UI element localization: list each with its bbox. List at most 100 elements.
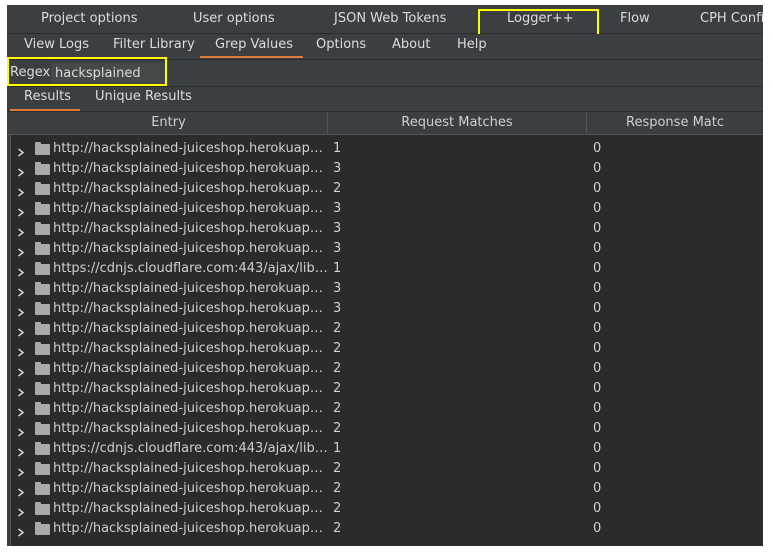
table-row[interactable]: https://cdnjs.cloudflare.com:443/ajax/li… xyxy=(11,260,763,280)
active-subtab-indicator xyxy=(200,56,303,58)
request-match-count: 2 xyxy=(333,321,342,336)
chevron-right-icon[interactable] xyxy=(17,346,25,357)
table-row[interactable]: http://hacksplained-juiceshop.herokuapp.… xyxy=(11,500,763,520)
response-match-count: 0 xyxy=(593,201,602,216)
table-row[interactable]: http://hacksplained-juiceshop.herokuapp.… xyxy=(11,200,763,220)
active-result-tab-indicator xyxy=(10,109,80,111)
chevron-right-icon[interactable] xyxy=(17,506,25,517)
response-match-count: 0 xyxy=(593,421,602,436)
table-row[interactable]: http://hacksplained-juiceshop.herokuapp.… xyxy=(11,420,763,440)
regex-highlight-box xyxy=(7,57,167,86)
subtab-about[interactable]: About xyxy=(392,37,430,52)
entry-url: http://hacksplained-juiceshop.herokuapp.… xyxy=(53,201,330,216)
table-row[interactable]: http://hacksplained-juiceshop.herokuapp.… xyxy=(11,280,763,300)
entry-url: http://hacksplained-juiceshop.herokuapp.… xyxy=(53,241,330,256)
request-match-count: 2 xyxy=(333,361,342,376)
entry-url: http://hacksplained-juiceshop.herokuapp.… xyxy=(53,361,330,376)
tab-flow[interactable]: Flow xyxy=(620,11,650,26)
folder-icon xyxy=(35,362,50,375)
response-match-count: 0 xyxy=(593,441,602,456)
response-match-count: 0 xyxy=(593,141,602,156)
table-row[interactable]: http://hacksplained-juiceshop.herokuapp.… xyxy=(11,340,763,360)
request-match-count: 2 xyxy=(333,341,342,356)
entry-url: http://hacksplained-juiceshop.herokuapp.… xyxy=(53,161,330,176)
table-row[interactable]: https://cdnjs.cloudflare.com:443/ajax/li… xyxy=(11,440,763,460)
table-row[interactable]: http://hacksplained-juiceshop.herokuapp.… xyxy=(11,300,763,320)
chevron-right-icon[interactable] xyxy=(17,446,25,457)
request-match-count: 2 xyxy=(333,521,342,536)
chevron-right-icon[interactable] xyxy=(17,306,25,317)
entry-url: http://hacksplained-juiceshop.herokuapp.… xyxy=(53,181,330,196)
column-response-matches[interactable]: Response Matc xyxy=(587,112,763,134)
table-row[interactable]: http://hacksplained-juiceshop.herokuapp.… xyxy=(11,400,763,420)
table-row[interactable]: http://hacksplained-juiceshop.herokuapp.… xyxy=(11,460,763,480)
entry-url: http://hacksplained-juiceshop.herokuapp.… xyxy=(53,521,330,536)
response-match-count: 0 xyxy=(593,341,602,356)
table-row[interactable]: http://hacksplained-juiceshop.herokuapp.… xyxy=(11,320,763,340)
chevron-right-icon[interactable] xyxy=(17,146,25,157)
subtab-filter-library[interactable]: Filter Library xyxy=(113,37,195,52)
folder-icon xyxy=(35,262,50,275)
table-row[interactable]: http://hacksplained-juiceshop.herokuapp.… xyxy=(11,520,763,540)
table-row[interactable]: http://hacksplained-juiceshop.herokuapp.… xyxy=(11,480,763,500)
table-row[interactable]: http://hacksplained-juiceshop.herokuapp.… xyxy=(11,160,763,180)
tab-unique-results[interactable]: Unique Results xyxy=(95,89,192,104)
subtab-view-logs[interactable]: View Logs xyxy=(24,37,89,52)
column-request-matches[interactable]: Request Matches xyxy=(328,112,587,134)
chevron-right-icon[interactable] xyxy=(17,186,25,197)
request-match-count: 3 xyxy=(333,301,342,316)
chevron-right-icon[interactable] xyxy=(17,246,25,257)
chevron-right-icon[interactable] xyxy=(17,466,25,477)
chevron-right-icon[interactable] xyxy=(17,366,25,377)
table-row[interactable]: http://hacksplained-juiceshop.herokuapp.… xyxy=(11,220,763,240)
table-row[interactable]: http://hacksplained-juiceshop.herokuapp.… xyxy=(11,180,763,200)
request-match-count: 2 xyxy=(333,401,342,416)
response-match-count: 0 xyxy=(593,521,602,536)
subtab-options[interactable]: Options xyxy=(316,37,366,52)
chevron-right-icon[interactable] xyxy=(17,266,25,277)
folder-icon xyxy=(35,282,50,295)
chevron-right-icon[interactable] xyxy=(17,386,25,397)
tab-cph-config[interactable]: CPH Confi xyxy=(700,11,763,26)
chevron-right-icon[interactable] xyxy=(17,166,25,177)
subtab-help[interactable]: Help xyxy=(457,37,487,52)
entry-url: http://hacksplained-juiceshop.herokuapp.… xyxy=(53,461,330,476)
chevron-right-icon[interactable] xyxy=(17,486,25,497)
request-match-count: 3 xyxy=(333,281,342,296)
tab-json-web-tokens[interactable]: JSON Web Tokens xyxy=(334,11,446,26)
entry-url: http://hacksplained-juiceshop.herokuapp.… xyxy=(53,401,330,416)
tab-project-options[interactable]: Project options xyxy=(41,11,138,26)
chevron-right-icon[interactable] xyxy=(17,326,25,337)
entry-url: https://cdnjs.cloudflare.com:443/ajax/li… xyxy=(53,261,330,276)
table-row[interactable]: http://hacksplained-juiceshop.herokuapp.… xyxy=(11,380,763,400)
chevron-right-icon[interactable] xyxy=(17,406,25,417)
folder-icon xyxy=(35,202,50,215)
chevron-right-icon[interactable] xyxy=(17,426,25,437)
request-match-count: 3 xyxy=(333,201,342,216)
folder-icon xyxy=(35,182,50,195)
logger-window: Project options User options JSON Web To… xyxy=(7,5,763,546)
chevron-right-icon[interactable] xyxy=(17,226,25,237)
chevron-right-icon[interactable] xyxy=(17,206,25,217)
folder-icon xyxy=(35,422,50,435)
folder-icon xyxy=(35,222,50,235)
folder-icon xyxy=(35,162,50,175)
entry-url: http://hacksplained-juiceshop.herokuapp.… xyxy=(53,481,330,496)
response-match-count: 0 xyxy=(593,481,602,496)
request-match-count: 2 xyxy=(333,181,342,196)
entry-url: http://hacksplained-juiceshop.herokuapp.… xyxy=(53,301,330,316)
chevron-right-icon[interactable] xyxy=(17,526,25,537)
folder-icon xyxy=(35,342,50,355)
request-match-count: 1 xyxy=(333,141,342,156)
table-row[interactable]: http://hacksplained-juiceshop.herokuapp.… xyxy=(11,240,763,260)
table-row[interactable]: http://hacksplained-juiceshop.herokuapp.… xyxy=(11,140,763,160)
chevron-right-icon[interactable] xyxy=(17,286,25,297)
subtab-grep-values[interactable]: Grep Values xyxy=(215,37,293,52)
folder-icon xyxy=(35,242,50,255)
logger-highlight-box xyxy=(478,9,599,36)
column-entry[interactable]: Entry xyxy=(10,112,328,134)
response-match-count: 0 xyxy=(593,501,602,516)
table-row[interactable]: http://hacksplained-juiceshop.herokuapp.… xyxy=(11,360,763,380)
tab-results[interactable]: Results xyxy=(24,89,71,104)
tab-user-options[interactable]: User options xyxy=(193,11,275,26)
